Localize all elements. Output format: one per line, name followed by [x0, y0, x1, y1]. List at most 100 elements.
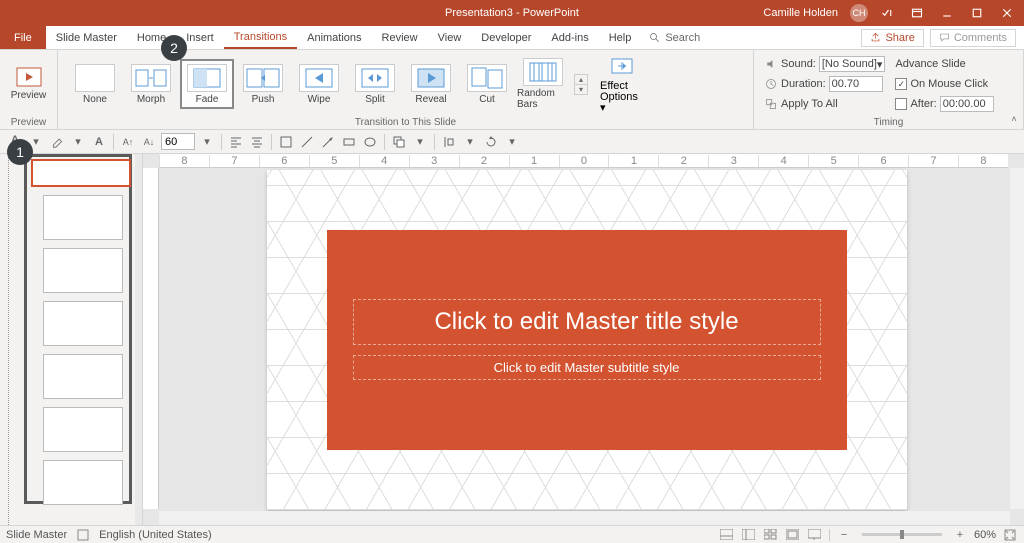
normal-view-button[interactable] — [741, 528, 757, 542]
group-button[interactable]: ▾ — [411, 133, 429, 151]
gallery-row-down[interactable]: ▾ — [575, 85, 587, 94]
fit-to-window-button[interactable] — [1002, 528, 1018, 542]
after-checkbox[interactable] — [895, 98, 907, 110]
transition-fade[interactable]: Fade — [180, 59, 234, 109]
line-button[interactable] — [298, 133, 316, 151]
oval-button[interactable] — [361, 133, 379, 151]
slideshow-button[interactable] — [807, 528, 823, 542]
gallery-expand[interactable]: ▴ ▾ — [574, 74, 588, 95]
tell-me-search[interactable]: Search — [649, 26, 700, 49]
transition-push[interactable]: Push — [236, 59, 290, 109]
tab-file[interactable]: File — [0, 26, 46, 49]
master-title-placeholder[interactable]: Click to edit Master title style — [353, 299, 821, 345]
sound-dropdown[interactable]: [No Sound]▾ — [819, 56, 886, 72]
arrange-button[interactable] — [390, 133, 408, 151]
group-transition-to-slide: NoneMorphFadePushWipeSplitRevealCutRando… — [58, 50, 754, 129]
notes-button[interactable] — [719, 528, 735, 542]
share-button[interactable]: Share — [861, 29, 923, 47]
on-mouse-click-checkbox[interactable]: ✓ — [895, 78, 907, 90]
zoom-slider[interactable] — [862, 533, 942, 536]
layout-thumb-1[interactable] — [43, 195, 123, 240]
minimize-button[interactable] — [936, 0, 958, 26]
slide-sorter-button[interactable] — [763, 528, 779, 542]
vertical-scrollbar[interactable] — [1010, 168, 1024, 509]
increase-font-button[interactable]: A↑ — [119, 133, 137, 151]
text-highlight-button[interactable] — [48, 133, 66, 151]
apply-all-icon — [764, 97, 778, 111]
search-label: Search — [665, 32, 700, 44]
horizontal-scrollbar[interactable] — [159, 511, 1010, 525]
rotate-more[interactable]: ▾ — [503, 133, 521, 151]
avatar[interactable]: CH — [850, 4, 868, 22]
zoom-out-button[interactable]: − — [836, 528, 852, 542]
account-name[interactable]: Camille Holden — [763, 7, 838, 19]
apply-all-label: Apply To All — [781, 98, 838, 110]
close-button[interactable] — [996, 0, 1018, 26]
text-highlight-more[interactable]: ▾ — [69, 133, 87, 151]
slide-master-thumb[interactable] — [31, 159, 131, 187]
gallery-row-up[interactable]: ▴ — [575, 75, 587, 85]
autosave-icon[interactable] — [876, 0, 898, 26]
thumb-scrollbar[interactable] — [136, 194, 141, 254]
decrease-font-button[interactable]: A↓ — [140, 133, 158, 151]
sound-icon — [764, 57, 778, 71]
arrow-button[interactable] — [319, 133, 337, 151]
collapse-ribbon-button[interactable]: ˄ — [1007, 112, 1021, 126]
align-objects-more[interactable]: ▾ — [461, 133, 479, 151]
rotate-button[interactable] — [482, 133, 500, 151]
layout-thumb-2[interactable] — [43, 248, 123, 293]
transition-cut[interactable]: Cut — [460, 59, 514, 109]
zoom-in-button[interactable]: + — [952, 528, 968, 542]
layout-thumb-3[interactable] — [43, 301, 123, 346]
font-size-input[interactable]: 60 — [161, 133, 195, 150]
maximize-button[interactable] — [966, 0, 988, 26]
ribbon-display-icon[interactable] — [906, 0, 928, 26]
share-label: Share — [885, 32, 914, 44]
preview-label: Preview — [11, 90, 47, 101]
effect-options-button[interactable]: Effect Options ▾ — [598, 53, 646, 116]
rect-button[interactable] — [340, 133, 358, 151]
layout-thumb-6[interactable] — [43, 460, 123, 505]
annotation-callout-2: 2 — [161, 35, 187, 61]
apply-to-all-button[interactable]: Apply To All — [764, 95, 885, 113]
transition-none[interactable]: None — [68, 59, 122, 109]
clear-formatting-button[interactable]: A — [90, 133, 108, 151]
transition-morph[interactable]: Morph — [124, 59, 178, 109]
slide-canvas[interactable]: Click to edit Master title style Click t… — [267, 170, 907, 510]
zoom-level[interactable]: 60% — [974, 529, 996, 541]
transition-label: Random Bars — [517, 88, 569, 110]
preview-button[interactable]: Preview — [5, 63, 53, 105]
reading-view-button[interactable] — [785, 528, 801, 542]
layout-thumb-5[interactable] — [43, 407, 123, 452]
after-time-input[interactable]: 00:00.00 — [940, 96, 994, 112]
transition-split[interactable]: Split — [348, 59, 402, 109]
layout-thumb-4[interactable] — [43, 354, 123, 399]
align-left-button[interactable] — [227, 133, 245, 151]
shapes-button[interactable] — [277, 133, 295, 151]
annotation-callout-1: 1 — [7, 139, 33, 165]
transition-random-bars[interactable]: Random Bars — [516, 59, 570, 109]
transition-reveal[interactable]: Reveal — [404, 59, 458, 109]
tab-addins[interactable]: Add-ins — [541, 26, 598, 49]
tab-developer[interactable]: Developer — [471, 26, 541, 49]
tab-transitions[interactable]: Transitions — [224, 26, 297, 49]
comment-icon — [939, 32, 950, 43]
duration-input[interactable]: 00.70 — [829, 76, 883, 92]
align-objects-button[interactable] — [440, 133, 458, 151]
transition-wipe[interactable]: Wipe — [292, 59, 346, 109]
master-subtitle-placeholder[interactable]: Click to edit Master subtitle style — [353, 355, 821, 380]
align-center-button[interactable] — [248, 133, 266, 151]
tab-review[interactable]: Review — [372, 26, 428, 49]
tab-help[interactable]: Help — [599, 26, 642, 49]
tab-slide-master[interactable]: Slide Master — [46, 26, 127, 49]
quick-access-toolbar: A ▾ ▾ A A↑ A↓ 60 ▾ ▾ ▾ ▾ — [0, 130, 1024, 154]
tab-view[interactable]: View — [428, 26, 472, 49]
accessibility-icon[interactable] — [77, 529, 89, 541]
font-size-more[interactable]: ▾ — [198, 133, 216, 151]
comments-button[interactable]: Comments — [930, 29, 1016, 47]
tab-animations[interactable]: Animations — [297, 26, 371, 49]
sound-label: Sound: — [781, 58, 816, 70]
transition-icon — [411, 64, 451, 92]
status-language[interactable]: English (United States) — [99, 529, 212, 541]
duration-label: Duration: — [781, 78, 826, 90]
